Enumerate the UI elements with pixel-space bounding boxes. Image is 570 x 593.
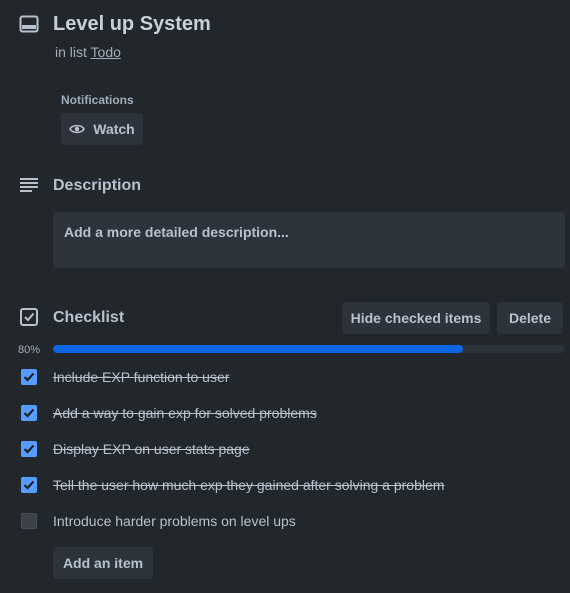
list-location: in list Todo bbox=[55, 44, 121, 60]
in-list-prefix: in list bbox=[55, 44, 87, 60]
watch-label: Watch bbox=[93, 121, 135, 137]
list-link[interactable]: Todo bbox=[91, 44, 121, 60]
checklist-item-text[interactable]: Include EXP function to user bbox=[53, 369, 229, 385]
checklist-item-checkbox[interactable] bbox=[21, 477, 37, 493]
hide-checked-items-button[interactable]: Hide checked items bbox=[342, 302, 490, 334]
description-lines-icon bbox=[20, 178, 38, 192]
progress-percent: 80% bbox=[18, 344, 41, 356]
checkmark-icon bbox=[23, 480, 35, 490]
delete-checklist-button[interactable]: Delete bbox=[497, 302, 563, 334]
checklist-item-text[interactable]: Add a way to gain exp for solved problem… bbox=[53, 405, 317, 421]
checklist-item-text[interactable]: Display EXP on user stats page bbox=[53, 441, 250, 457]
checklist-item-text[interactable]: Tell the user how much exp they gained a… bbox=[53, 477, 444, 493]
checklist-item-checkbox[interactable] bbox=[21, 369, 37, 385]
card-icon bbox=[19, 15, 39, 33]
checklist-item-checkbox[interactable] bbox=[21, 441, 37, 457]
progress-fill bbox=[53, 345, 463, 353]
checklist-heading: Checklist bbox=[53, 309, 125, 326]
checkmark-icon bbox=[23, 408, 35, 418]
description-input[interactable]: Add a more detailed description... bbox=[53, 212, 565, 268]
progress-bar bbox=[53, 345, 565, 353]
checklist-item-checkbox[interactable] bbox=[21, 405, 37, 421]
description-heading: Description bbox=[53, 177, 142, 194]
notifications-label: Notifications bbox=[61, 93, 134, 107]
card-title[interactable]: Level up System bbox=[53, 13, 211, 36]
checkmark-icon bbox=[23, 372, 35, 382]
checklist-item-checkbox[interactable] bbox=[21, 513, 37, 529]
checklist-item-text[interactable]: Introduce harder problems on level ups bbox=[53, 513, 296, 529]
add-item-button[interactable]: Add an item bbox=[53, 547, 153, 579]
checkmark-icon bbox=[23, 444, 35, 454]
eye-icon bbox=[69, 123, 86, 135]
watch-button[interactable]: Watch bbox=[61, 113, 143, 145]
checklist-icon bbox=[20, 308, 38, 326]
